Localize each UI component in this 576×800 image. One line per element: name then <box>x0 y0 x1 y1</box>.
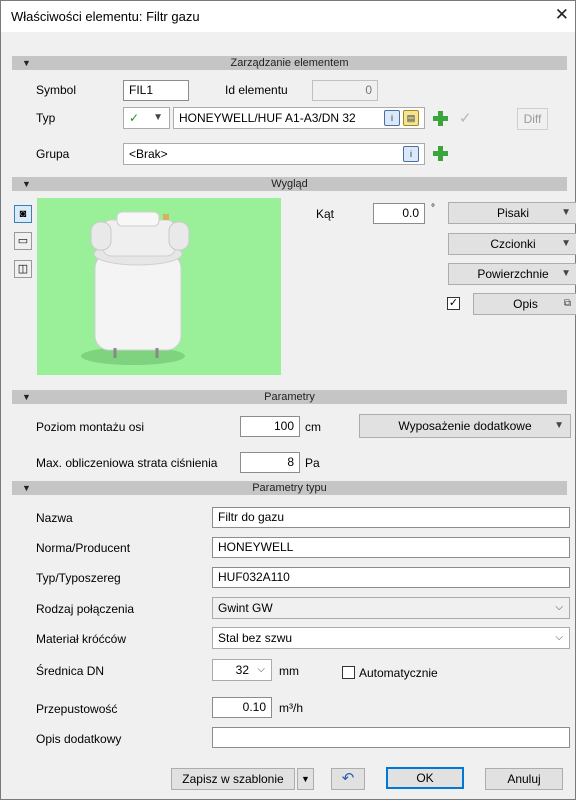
section-title: Parametry <box>264 391 315 403</box>
grupa-select[interactable]: <Brak> <box>123 143 425 165</box>
czcionki-button[interactable]: Czcionki ▼ <box>448 233 576 255</box>
check-icon: ✓ <box>129 111 140 125</box>
srednica-unit: mm <box>279 664 299 678</box>
strata-unit: Pa <box>305 456 320 470</box>
pisaki-button[interactable]: Pisaki ▼ <box>448 202 576 224</box>
zapisz-dropdown-button[interactable]: ▼ <box>297 768 314 790</box>
chevron-down-icon: ⌵ <box>257 664 265 675</box>
chevron-down-icon: ▼ <box>301 774 310 784</box>
chevron-down-icon: ▼ <box>561 238 571 249</box>
rodzaj-value: Gwint GW <box>218 601 273 615</box>
undo-button[interactable]: ↶ <box>331 768 365 790</box>
powierzchnie-button[interactable]: Powierzchnie ▼ <box>448 263 576 285</box>
norma-label: Norma/Producent <box>36 541 131 555</box>
section-header-wyglad[interactable]: ▼ Wygląd <box>12 177 567 191</box>
add-group-plus-icon[interactable] <box>431 144 449 162</box>
grupa-value: <Brak> <box>129 147 168 161</box>
chevron-down-icon: ▼ <box>22 58 31 68</box>
id-label: Id elementu <box>225 83 288 97</box>
info-icon[interactable]: i <box>384 110 400 126</box>
powierzchnie-label: Powierzchnie <box>477 267 549 281</box>
undo-icon: ↶ <box>341 770 355 787</box>
chevron-down-icon: ▼ <box>22 392 31 402</box>
nazwa-label: Nazwa <box>36 511 73 525</box>
close-icon[interactable]: ✕ <box>555 5 569 25</box>
opis-dodatkowy-label: Opis dodatkowy <box>36 732 122 746</box>
plan-view-icon[interactable]: ▭ <box>14 232 32 250</box>
typ-status-dropdown[interactable]: ✓ ▼ <box>123 107 170 129</box>
material-value: Stal bez szwu <box>218 631 293 645</box>
opis-button[interactable]: Opis ⧉ <box>473 293 576 315</box>
catalog-icon[interactable]: ▤ <box>403 110 419 126</box>
anuluj-button[interactable]: Anuluj <box>485 768 563 790</box>
rodzaj-label: Rodzaj połączenia <box>36 602 135 616</box>
section-title: Zarządzanie elementem <box>230 57 349 69</box>
chevron-down-icon: ▼ <box>554 420 564 431</box>
info-icon[interactable]: i <box>403 146 419 162</box>
add-type-plus-icon[interactable] <box>431 109 449 127</box>
symbol-input[interactable]: FIL1 <box>123 80 189 101</box>
kat-unit: ° <box>431 203 435 214</box>
kat-label: Kąt <box>316 207 335 221</box>
camera-icon[interactable]: ◙ <box>14 205 32 223</box>
material-select[interactable]: Stal bez szwu ⌵ <box>212 627 570 649</box>
typ-value: HONEYWELL/HUF A1-A3/DN 32 <box>179 111 356 125</box>
section-header-parametry-typu[interactable]: ▼ Parametry typu <box>12 481 567 495</box>
diff-button[interactable]: Diff <box>517 108 548 130</box>
poziom-input[interactable]: 100 <box>240 416 300 437</box>
pisaki-label: Pisaki <box>496 206 529 220</box>
automatycznie-checkbox[interactable] <box>342 666 355 679</box>
przepustowosc-input[interactable]: 0.10 <box>212 697 272 718</box>
ok-button[interactable]: OK <box>386 767 464 789</box>
typ-typoszereg-input[interactable]: HUF032A110 <box>212 567 570 588</box>
window-title: Właściwości elementu: Filtr gazu <box>11 9 200 24</box>
apply-check-icon: ✓ <box>459 110 472 127</box>
poziom-label: Poziom montażu osi <box>36 420 145 434</box>
3d-box-icon[interactable]: ◫ <box>14 260 32 278</box>
opis-dodatkowy-input[interactable] <box>212 727 570 748</box>
srednica-label: Średnica DN <box>36 664 105 678</box>
material-label: Materiał króćców <box>36 632 127 646</box>
chevron-down-icon: ⌵ <box>555 602 563 613</box>
rodzaj-select[interactable]: Gwint GW ⌵ <box>212 597 570 619</box>
wyposazenie-label: Wyposażenie dodatkowe <box>398 419 532 433</box>
typ-typoszereg-label: Typ/Typoszereg <box>36 571 121 585</box>
section-title: Wygląd <box>271 178 308 190</box>
norma-input[interactable]: HONEYWELL <box>212 537 570 558</box>
chevron-down-icon: ⌵ <box>555 632 563 643</box>
section-header-parametry[interactable]: ▼ Parametry <box>12 390 567 404</box>
automatycznie-label: Automatycznie <box>359 666 438 680</box>
srednica-select[interactable]: 32 ⌵ <box>212 659 272 681</box>
srednica-value: 32 <box>235 663 249 677</box>
symbol-label: Symbol <box>36 83 77 97</box>
nazwa-input[interactable]: Filtr do gazu <box>212 507 570 528</box>
wyposazenie-button[interactable]: Wyposażenie dodatkowe ▼ <box>359 414 571 438</box>
chevron-down-icon: ▼ <box>153 112 163 123</box>
section-title: Parametry typu <box>252 482 327 494</box>
opis-label: Opis <box>513 297 538 311</box>
zapisz-w-szablonie-button[interactable]: Zapisz w szablonie <box>171 768 295 790</box>
grupa-label: Grupa <box>36 147 70 161</box>
title-bar: Właściwości elementu: Filtr gazu ✕ <box>1 1 575 32</box>
id-field: 0 <box>312 80 378 101</box>
przepustowosc-unit: m³/h <box>279 701 303 715</box>
chevron-down-icon: ▼ <box>22 483 31 493</box>
kat-input[interactable]: 0.0 <box>373 203 425 224</box>
chevron-down-icon: ▼ <box>22 179 31 189</box>
czcionki-label: Czcionki <box>490 237 536 251</box>
opis-checkbox[interactable]: ✓ <box>447 297 460 310</box>
przepustowosc-label: Przepustowość <box>36 702 118 716</box>
poziom-unit: cm <box>305 420 321 434</box>
chevron-down-icon: ▼ <box>561 207 571 218</box>
element-preview-image <box>37 198 281 375</box>
chevron-down-icon: ▼ <box>561 268 571 279</box>
strata-label: Max. obliczeniowa strata ciśnienia <box>36 456 218 470</box>
typ-label: Typ <box>36 111 56 125</box>
window-icon: ⧉ <box>563 298 571 309</box>
dialog-window: Właściwości elementu: Filtr gazu ✕ ▼ Zar… <box>0 0 576 800</box>
section-header-zarzadzanie[interactable]: ▼ Zarządzanie elementem <box>12 56 567 70</box>
strata-input[interactable]: 8 <box>240 452 300 473</box>
